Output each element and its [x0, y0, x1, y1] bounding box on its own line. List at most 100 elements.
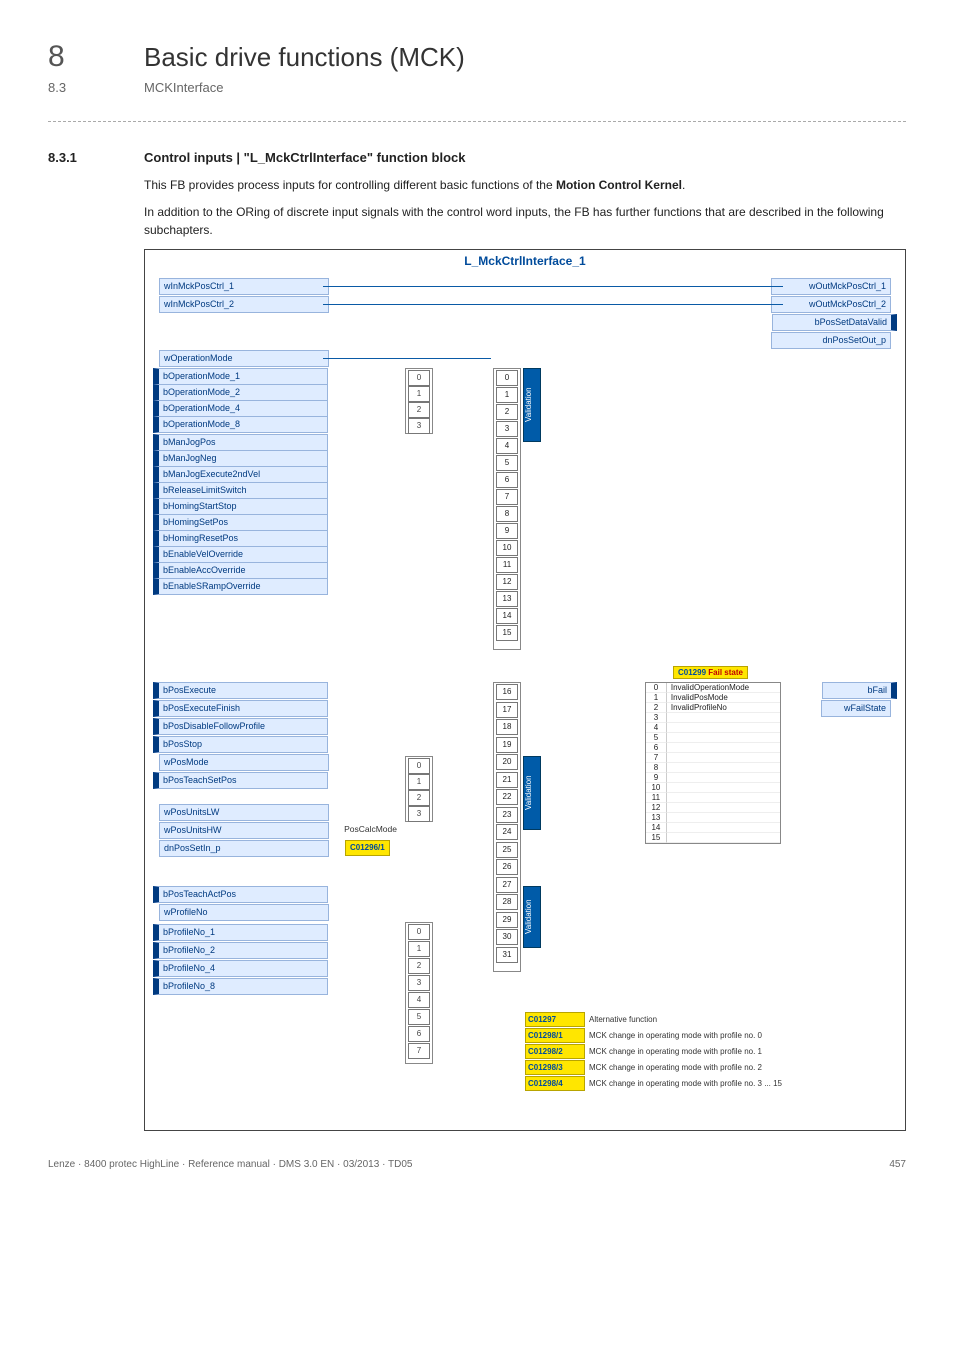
center-idx: 29: [496, 912, 518, 928]
center-idx: 11: [496, 557, 518, 573]
port-bProfileNo_2: bProfileNo_2: [153, 942, 328, 959]
center-idx: 2: [496, 404, 518, 420]
validation-label: Validation: [523, 756, 541, 830]
fail-item: [667, 773, 780, 783]
port-wOperationMode: wOperationMode: [159, 350, 329, 367]
mux-idx: 5: [408, 1009, 430, 1025]
port-bPosDisableFollowProfile: bPosDisableFollowProfile: [153, 718, 328, 735]
port-wInMckPosCtrl_1: wInMckPosCtrl_1: [159, 278, 329, 295]
center-idx: 25: [496, 842, 518, 858]
center-idx: 19: [496, 737, 518, 753]
port-bPosTeachSetPos: bPosTeachSetPos: [153, 772, 328, 789]
fail-idx: 0: [646, 683, 667, 693]
mux-idx: 0: [408, 924, 430, 940]
mux-idx: 3: [408, 975, 430, 991]
fail-item: [667, 823, 780, 833]
fail-item: [667, 733, 780, 743]
fail-idx: 15: [646, 833, 667, 843]
fail-header-text: Fail state: [708, 668, 743, 677]
alt-text: MCK change in operating mode with profil…: [589, 1063, 762, 1072]
fail-idx: 13: [646, 813, 667, 823]
center-idx: 12: [496, 574, 518, 590]
fail-table: 0InvalidOperationMode1InvalidPosMode2Inv…: [645, 682, 781, 844]
port-wOutMckPosCtrl_2: wOutMckPosCtrl_2: [771, 296, 891, 313]
port-bHomingSetPos: bHomingSetPos: [153, 514, 328, 531]
fail-item: [667, 813, 780, 823]
fail-idx: 3: [646, 713, 667, 723]
fail-idx: 14: [646, 823, 667, 833]
port-bPosExecuteFinish: bPosExecuteFinish: [153, 700, 328, 717]
poscalc-code: C01296/1: [345, 840, 390, 856]
fail-item: [667, 803, 780, 813]
fail-item: [667, 793, 780, 803]
port-wPosMode: wPosMode: [159, 754, 329, 771]
fail-header: C01299 Fail state: [673, 666, 748, 679]
center-idx: 30: [496, 929, 518, 945]
port-bPosTeachActPos: bPosTeachActPos: [153, 886, 328, 903]
port-bReleaseLimitSwitch: bReleaseLimitSwitch: [153, 482, 328, 499]
paragraph-1c: .: [682, 178, 685, 192]
fail-item: InvalidOperationMode: [667, 683, 780, 693]
paragraph-1a: This FB provides process inputs for cont…: [144, 178, 556, 192]
port-dnPosSetIn_p: dnPosSetIn_p: [159, 840, 329, 857]
center-idx: 4: [496, 438, 518, 454]
port-bFail: bFail: [822, 682, 897, 699]
center-idx: 28: [496, 894, 518, 910]
subsection-number: 8.3.1: [48, 150, 96, 165]
mux-idx: 0: [408, 758, 430, 774]
port-bManJogNeg: bManJogNeg: [153, 450, 328, 467]
fail-idx: 6: [646, 743, 667, 753]
fail-header-code: C01299: [678, 668, 706, 677]
fail-item: InvalidPosMode: [667, 693, 780, 703]
center-idx: 0: [496, 370, 518, 386]
port-bProfileNo_4: bProfileNo_4: [153, 960, 328, 977]
center-idx: 9: [496, 523, 518, 539]
port-wPosUnitsHW: wPosUnitsHW: [159, 822, 329, 839]
alt-header-text: Alternative function: [589, 1015, 657, 1024]
port-wFailState: wFailState: [821, 700, 891, 717]
port-bPosSetDataValid: bPosSetDataValid: [772, 314, 897, 331]
fail-idx: 10: [646, 783, 667, 793]
fail-item: [667, 713, 780, 723]
center-idx: 14: [496, 608, 518, 624]
port-bEnableVelOverride: bEnableVelOverride: [153, 546, 328, 563]
center-idx: 31: [496, 947, 518, 963]
center-idx: 3: [496, 421, 518, 437]
port-bManJogPos: bManJogPos: [153, 434, 328, 451]
center-idx: 21: [496, 772, 518, 788]
mux-idx: 1: [408, 386, 430, 402]
mux-idx: 6: [408, 1026, 430, 1042]
fail-item: [667, 783, 780, 793]
fail-item: [667, 833, 780, 843]
port-bOperationMode_8: bOperationMode_8: [153, 416, 328, 433]
fail-idx: 5: [646, 733, 667, 743]
center-idx: 15: [496, 625, 518, 641]
center-idx: 13: [496, 591, 518, 607]
alt-code: C01298/2: [525, 1044, 585, 1059]
center-idx: 1: [496, 387, 518, 403]
port-bOperationMode_4: bOperationMode_4: [153, 400, 328, 417]
alt-text: MCK change in operating mode with profil…: [589, 1047, 762, 1056]
footer-left: Lenze · 8400 protec HighLine · Reference…: [48, 1159, 412, 1170]
poscalcmode-label: PosCalcMode: [327, 824, 397, 834]
wire: [323, 358, 491, 359]
alt-text: MCK change in operating mode with profil…: [589, 1031, 762, 1040]
paragraph-2: In addition to the ORing of discrete inp…: [144, 204, 906, 239]
page-number: 457: [889, 1159, 906, 1170]
port-bManJogExecute2ndVel: bManJogExecute2ndVel: [153, 466, 328, 483]
port-bOperationMode_1: bOperationMode_1: [153, 368, 328, 385]
fail-idx: 8: [646, 763, 667, 773]
function-block-diagram: L_MckCtrlInterface_1 wInMckPosCtrl_1 wIn…: [144, 249, 906, 1131]
port-wProfileNo: wProfileNo: [159, 904, 329, 921]
center-idx: 18: [496, 719, 518, 735]
mux-idx: 7: [408, 1043, 430, 1059]
mux-idx: 2: [408, 790, 430, 806]
mux-idx: 4: [408, 992, 430, 1008]
center-idx: 5: [496, 455, 518, 471]
port-bPosStop: bPosStop: [153, 736, 328, 753]
fail-idx: 7: [646, 753, 667, 763]
fail-idx: 12: [646, 803, 667, 813]
chapter-number: 8: [48, 40, 96, 74]
fail-idx: 9: [646, 773, 667, 783]
wire: [323, 286, 783, 287]
